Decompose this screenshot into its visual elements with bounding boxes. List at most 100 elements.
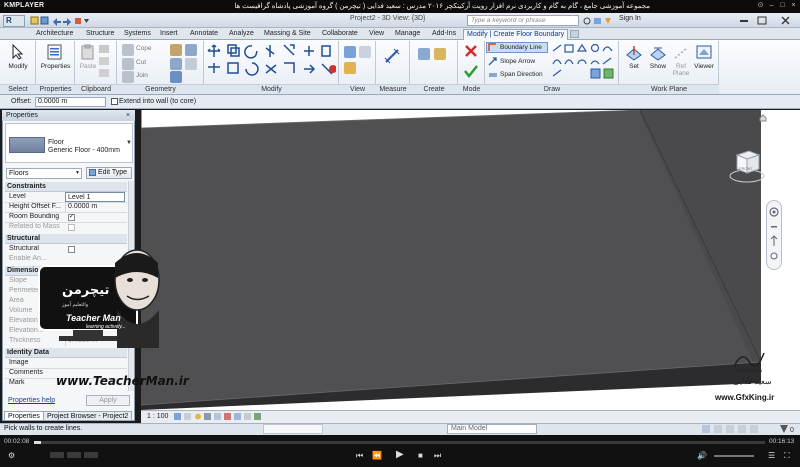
join-button[interactable]: Join xyxy=(136,72,148,79)
geometry-tool-2-icon[interactable] xyxy=(185,44,197,56)
ribbon-minimize-icon[interactable] xyxy=(570,30,579,38)
navigation-wheel-icons[interactable] xyxy=(768,206,780,266)
geometry-tool-4-icon[interactable] xyxy=(185,58,197,70)
tab-modify-create-floor-boundary[interactable]: Modify | Create Floor Boundary xyxy=(463,29,569,40)
ref-plane-icon[interactable] xyxy=(673,45,689,61)
view-tool-1-icon[interactable] xyxy=(344,46,356,58)
cut-geometry-icon[interactable] xyxy=(122,58,134,70)
tab-manage[interactable]: Manage xyxy=(395,29,420,40)
application-menu-button[interactable]: R xyxy=(3,15,25,27)
join-icon[interactable] xyxy=(122,71,134,83)
geometry-tool-1-icon[interactable] xyxy=(170,44,182,56)
cut-icon[interactable] xyxy=(99,57,109,65)
cancel-edit-icon[interactable] xyxy=(464,44,478,58)
viewcube-icon[interactable] xyxy=(727,145,767,185)
ref-plane-button[interactable]: Ref Plane xyxy=(671,63,691,77)
properties-close-icon[interactable]: × xyxy=(126,112,130,119)
type-dropdown-icon[interactable]: ▼ xyxy=(126,140,132,146)
worksets-select[interactable] xyxy=(263,424,323,434)
span-direction-icon[interactable] xyxy=(488,70,498,79)
selection-filter-icons[interactable]: 0 xyxy=(700,424,798,434)
tab-massing-site[interactable]: Massing & Site xyxy=(264,29,311,40)
extend-into-wall-checkbox[interactable] xyxy=(111,98,118,105)
measure-icon[interactable] xyxy=(384,48,402,66)
apply-button[interactable]: Apply xyxy=(86,395,130,406)
playlist-icon[interactable]: ☰ xyxy=(768,451,775,460)
play-icon[interactable]: ▶ xyxy=(396,449,404,460)
group-constraints[interactable]: Constraints xyxy=(5,182,127,192)
viewer-button[interactable]: Viewer xyxy=(692,63,716,70)
design-option-select[interactable]: Main Model xyxy=(447,424,537,434)
properties-button[interactable]: Properties xyxy=(38,63,73,70)
next-icon[interactable]: ⏭ xyxy=(434,451,441,461)
create-tool-1-icon[interactable] xyxy=(418,48,430,60)
minimize-icon[interactable]: – xyxy=(767,2,776,10)
tab-project-browser[interactable]: Project Browser - Project2 xyxy=(43,411,133,421)
seek-bar[interactable] xyxy=(34,441,765,444)
tab-collaborate[interactable]: Collaborate xyxy=(322,29,358,40)
finish-edit-icon[interactable] xyxy=(464,64,478,78)
pin-icon[interactable]: ⊙ xyxy=(756,2,765,10)
tab-properties[interactable]: Properties xyxy=(4,411,44,421)
tab-insert[interactable]: Insert xyxy=(160,29,178,40)
view-scale[interactable]: 1 : 100 xyxy=(147,413,168,420)
offset-input[interactable]: 0.0000 m xyxy=(35,97,106,107)
paste-icon[interactable] xyxy=(80,44,96,60)
volume-slider[interactable] xyxy=(714,455,754,457)
prop-level-value[interactable]: Level 1 xyxy=(65,192,125,202)
tab-annotate[interactable]: Annotate xyxy=(190,29,218,40)
player-logo[interactable]: KMPLAYER xyxy=(4,2,44,9)
tab-view[interactable]: View xyxy=(369,29,384,40)
slope-arrow-icon[interactable] xyxy=(488,57,498,66)
span-direction-button[interactable]: Span Direction xyxy=(500,71,543,78)
room-bounding-checkbox[interactable]: ✓ xyxy=(68,214,75,221)
cut-geometry-button[interactable]: Cut xyxy=(136,59,146,66)
slope-arrow-button[interactable]: Slope Arrow xyxy=(500,58,535,65)
tab-systems[interactable]: Systems xyxy=(124,29,151,40)
tab-structure[interactable]: Structure xyxy=(86,29,114,40)
properties-icon[interactable] xyxy=(47,44,63,60)
prop-height-offset-value[interactable]: 0.0000 m xyxy=(65,202,125,212)
paste-button[interactable]: Paste xyxy=(79,63,97,70)
tab-analyze[interactable]: Analyze xyxy=(229,29,254,40)
modify-cursor-icon[interactable] xyxy=(10,44,26,60)
geometry-tool-5-icon[interactable] xyxy=(170,71,182,83)
set-button[interactable]: Set xyxy=(626,63,642,70)
view-tool-2-icon[interactable] xyxy=(359,46,371,58)
infocenter-icons[interactable] xyxy=(583,16,613,26)
category-filter-select[interactable]: Floors xyxy=(6,168,82,179)
tab-add-ins[interactable]: Add-Ins xyxy=(432,29,456,40)
match-icon[interactable] xyxy=(99,69,109,77)
modify-button[interactable]: Modify xyxy=(6,63,30,70)
search-input[interactable]: Type a keyword or phrase xyxy=(467,15,579,26)
set-work-plane-icon[interactable] xyxy=(626,45,642,61)
volume-icon[interactable]: 🔊 xyxy=(697,451,707,460)
rewind-icon[interactable]: ⏪ xyxy=(372,451,382,460)
fullscreen-icon[interactable]: ⛶ xyxy=(784,451,790,461)
floor-slab-model[interactable] xyxy=(141,110,800,410)
stop-icon[interactable]: ■ xyxy=(418,451,423,460)
home-icon[interactable] xyxy=(759,114,767,122)
close-icon[interactable]: × xyxy=(789,2,798,10)
viewer-icon[interactable] xyxy=(696,44,712,60)
draw-shape-tools-icons[interactable] xyxy=(551,43,617,81)
copy-icon[interactable] xyxy=(99,45,109,53)
previous-icon[interactable]: ⏮ xyxy=(356,451,363,461)
tab-architecture[interactable]: Architecture xyxy=(36,29,73,40)
cope-button[interactable]: Cope xyxy=(136,45,152,52)
show-work-plane-icon[interactable] xyxy=(650,45,666,61)
show-button[interactable]: Show xyxy=(649,63,667,70)
properties-help-link[interactable]: Properties help xyxy=(8,397,55,404)
modify-tools-icons[interactable] xyxy=(206,43,336,83)
maximize-icon[interactable]: □ xyxy=(778,2,787,10)
player-settings-icon[interactable]: ⚙ xyxy=(8,451,15,460)
quick-access-toolbar[interactable] xyxy=(30,16,90,26)
cope-icon[interactable] xyxy=(122,44,134,56)
view-control-icons[interactable] xyxy=(173,412,268,421)
view-tool-3-icon[interactable] xyxy=(344,62,356,74)
revit-window-controls[interactable] xyxy=(738,16,798,26)
player-badge-icons[interactable] xyxy=(50,451,105,459)
create-tool-2-icon[interactable] xyxy=(434,48,446,60)
geometry-tool-3-icon[interactable] xyxy=(170,58,182,70)
sign-in-link[interactable]: Sign In xyxy=(619,15,641,22)
